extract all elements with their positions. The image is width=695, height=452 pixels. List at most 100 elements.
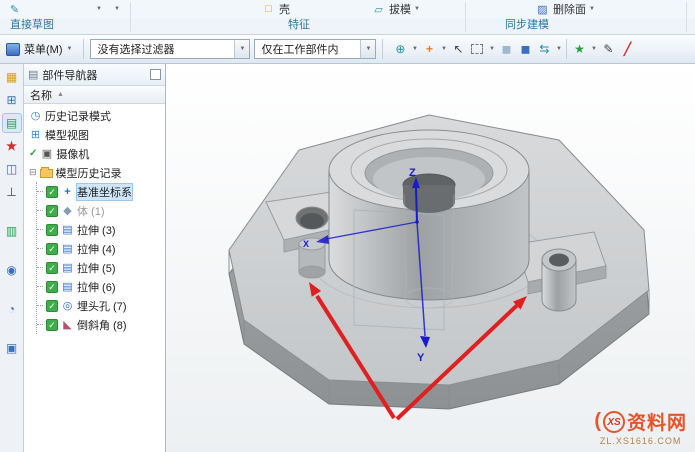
watermark-logo: XS [603, 411, 625, 433]
tree-item-history-mode[interactable]: ◷ 历史记录模式 [24, 106, 165, 125]
graphics-viewport[interactable]: X Z Y ( [166, 64, 695, 452]
snap-point-icon[interactable]: ⊕ [391, 40, 409, 58]
dropdown-arrow-icon[interactable]: ▼ [410, 46, 419, 52]
z-axis [416, 188, 417, 222]
tree-connector [37, 286, 43, 287]
watermark-paren: ( [594, 410, 601, 433]
assembly-navigator-icon[interactable]: ▦ [3, 68, 21, 86]
delete-face-button[interactable]: ▨ 删除面 ▼ [532, 1, 598, 17]
draft-button[interactable]: ▱ 拔模 ▼ [368, 1, 423, 17]
tree-item-datum-csys[interactable]: ✓ + 基准坐标系 [37, 182, 165, 201]
dropdown-arrow-icon[interactable]: ▼ [360, 40, 375, 58]
feature-checkbox[interactable]: ✓ [46, 224, 58, 236]
part-navigator-header: ▤ 部件导航器 [24, 64, 165, 86]
dropdown-arrow-icon[interactable]: ▼ [554, 46, 563, 52]
group-direct-sketch[interactable]: 直接草图 [10, 18, 54, 34]
point-dialog-icon[interactable]: + [420, 40, 438, 58]
name-column-header[interactable]: 名称 ▲ [24, 86, 165, 104]
feature-checkbox[interactable]: ✓ [46, 186, 58, 198]
toolbar-separator [83, 39, 84, 59]
work-part-cube-icon[interactable]: ◼ [516, 40, 534, 58]
tree-item-extrude-4[interactable]: ✓ ▤ 拉伸 (4) [37, 239, 165, 258]
general-object-cube-icon[interactable]: ◼ [497, 40, 515, 58]
dropdown-arrow-icon[interactable]: ▼ [114, 6, 120, 12]
tree-item-extrude-3[interactable]: ✓ ▤ 拉伸 (3) [37, 220, 165, 239]
collapse-icon[interactable]: ⊟ [29, 167, 37, 178]
watermark: ( XS 资料网 ZL.XS1616.COM [594, 408, 687, 446]
dependencies-icon[interactable]: ⊥ [3, 183, 21, 201]
tree-item-extrude-5[interactable]: ✓ ▤ 拉伸 (5) [37, 258, 165, 277]
chamfer-icon: ◣ [61, 318, 74, 331]
feature-checkbox[interactable]: ✓ [46, 319, 58, 331]
draft-button-label: 拔模 [389, 1, 411, 17]
sketch-icon: ✎ [7, 2, 22, 16]
menu-button[interactable]: 菜单(M) ▼ [4, 39, 77, 59]
part-navigator-panel: ▤ 部件导航器 名称 ▲ ◷ 历史记录模式 ⊞ 模型视图 ✓ ▣ [24, 64, 166, 452]
y-axis-label: Y [417, 352, 425, 364]
shell-button[interactable]: □ 壳 [258, 1, 293, 17]
name-column-label: 名称 [30, 87, 52, 103]
tree-item-cameras[interactable]: ✓ ▣ 摄像机 [24, 144, 165, 163]
pencil-icon[interactable]: ✎ [599, 40, 617, 58]
dropdown-arrow-icon[interactable]: ▼ [96, 6, 102, 12]
dropdown-arrow-icon[interactable]: ▼ [439, 46, 448, 52]
selection-scope-dropdown[interactable]: 仅在工作部件内 ▼ [254, 39, 376, 59]
resource-bar: ▦ ⊞ ▤ ★ ◫ ⊥ ▥ ◉ ◔ ▣ [0, 64, 24, 452]
tree-connector [37, 210, 43, 211]
view-manager-icon[interactable]: ◫ [3, 160, 21, 178]
folder-icon [40, 169, 53, 178]
history-icon[interactable]: ◔ [3, 300, 21, 318]
group-feature[interactable]: 特征 [288, 18, 310, 34]
tree-connector [37, 324, 43, 325]
orient-view-icon[interactable]: ↖ [449, 40, 467, 58]
feature-checkbox[interactable]: ✓ [46, 243, 58, 255]
part-navigator-title: 部件导航器 [42, 67, 146, 83]
feature-checkbox[interactable]: ✓ [46, 262, 58, 274]
central-boss[interactable] [329, 130, 529, 308]
tree-item-body[interactable]: ✓ ◆ 体 (1) [37, 201, 165, 220]
tree-connector [37, 305, 43, 306]
extrude-icon: ▤ [61, 261, 74, 274]
feature-checkbox[interactable]: ✓ [46, 281, 58, 293]
body-icon: ◆ [61, 204, 74, 217]
countersink-hole-icon: ◎ [61, 299, 74, 312]
hd3d-tools-icon[interactable]: ▥ [3, 222, 21, 240]
dropdown-arrow-icon: ▼ [414, 6, 420, 12]
sort-asc-icon: ▲ [57, 91, 64, 98]
draft-icon: ▱ [371, 2, 386, 16]
group-synchronous-modeling[interactable]: 同步建模 [505, 18, 549, 34]
watermark-url: ZL.XS1616.COM [594, 436, 687, 446]
swap-arrows-icon[interactable]: ⇆ [535, 40, 553, 58]
nx-application-window: ✎ ▼ ▼ □ 壳 ▱ 拔模 ▼ ▨ 删除面 ▼ 直接草图 特征 同步建模 [0, 0, 695, 452]
web-browser-icon[interactable]: ◉ [3, 261, 21, 279]
select-rectangle-icon[interactable] [468, 40, 486, 58]
datum-csys-icon: + [61, 186, 74, 198]
part-navigator-icon[interactable]: ▤ [3, 114, 21, 132]
dropdown-arrow-icon[interactable]: ▼ [234, 40, 249, 58]
tree-item-countersink[interactable]: ✓ ◎ 埋头孔 (7) [37, 296, 165, 315]
constraint-navigator-icon[interactable]: ⊞ [3, 91, 21, 109]
tree-item-model-history[interactable]: ⊟ 模型历史记录 [24, 163, 165, 182]
tree-item-chamfer[interactable]: ✓ ◣ 倒斜角 (8) [37, 315, 165, 334]
measure-line-icon[interactable]: ╱ [618, 40, 636, 58]
dropdown-arrow-icon: ▼ [589, 6, 595, 12]
feature-checkbox[interactable]: ✓ [46, 205, 58, 217]
ribbon-group-label-row: 直接草图 特征 同步建模 [0, 18, 695, 34]
panel-pin-button[interactable] [150, 69, 161, 80]
reuse-library-icon[interactable]: ★ [3, 137, 21, 155]
sketch-button[interactable]: ✎ [4, 1, 25, 17]
ribbon: ✎ ▼ ▼ □ 壳 ▱ 拔模 ▼ ▨ 删除面 ▼ 直接草图 特征 同步建模 [0, 0, 695, 35]
toolbar-separator [382, 39, 383, 59]
tree-item-model-views[interactable]: ⊞ 模型视图 [24, 125, 165, 144]
effects-star-icon[interactable]: ★ [570, 40, 588, 58]
dropdown-arrow-icon[interactable]: ▼ [589, 46, 598, 52]
dropdown-arrow-icon[interactable]: ▼ [487, 46, 496, 52]
process-studio-icon[interactable]: ▣ [3, 339, 21, 357]
selection-filter-dropdown[interactable]: 没有选择过滤器 ▼ [90, 39, 250, 59]
tree-item-extrude-6[interactable]: ✓ ▤ 拉伸 (6) [37, 277, 165, 296]
feature-checkbox[interactable]: ✓ [46, 300, 58, 312]
delete-face-icon: ▨ [535, 2, 550, 16]
extrude-icon: ▤ [61, 223, 74, 236]
z-axis-label: Z [409, 167, 416, 179]
model-canvas[interactable]: X Z Y [166, 64, 695, 452]
